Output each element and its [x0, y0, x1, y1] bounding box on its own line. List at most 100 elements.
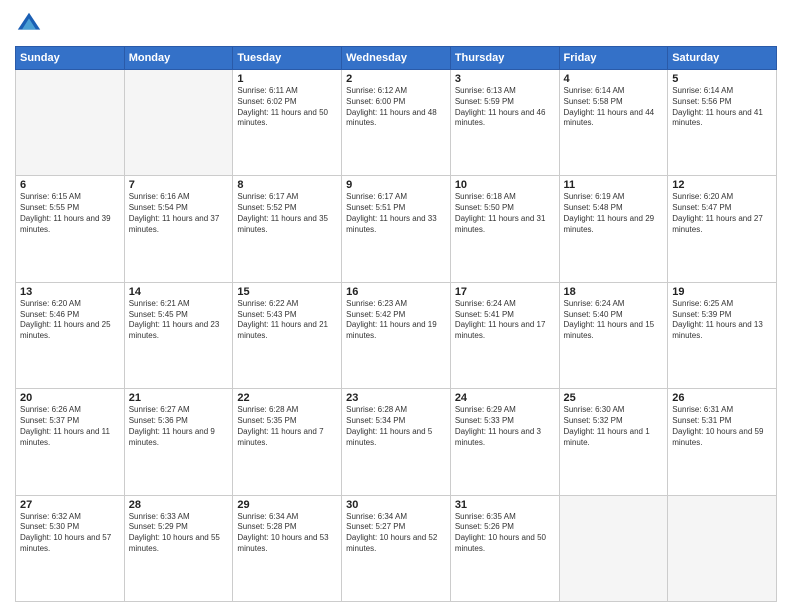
- day-number: 15: [237, 286, 337, 298]
- day-number: 21: [129, 392, 229, 404]
- calendar-header-monday: Monday: [124, 47, 233, 70]
- calendar-cell: 12Sunrise: 6:20 AM Sunset: 5:47 PM Dayli…: [668, 176, 777, 282]
- cell-content: Sunrise: 6:29 AM Sunset: 5:33 PM Dayligh…: [455, 405, 555, 448]
- calendar-cell: 3Sunrise: 6:13 AM Sunset: 5:59 PM Daylig…: [450, 70, 559, 176]
- logo-icon: [15, 10, 43, 38]
- cell-content: Sunrise: 6:30 AM Sunset: 5:32 PM Dayligh…: [564, 405, 664, 448]
- calendar-cell: 1Sunrise: 6:11 AM Sunset: 6:02 PM Daylig…: [233, 70, 342, 176]
- calendar-header-wednesday: Wednesday: [342, 47, 451, 70]
- day-number: 3: [455, 73, 555, 85]
- day-number: 5: [672, 73, 772, 85]
- cell-content: Sunrise: 6:26 AM Sunset: 5:37 PM Dayligh…: [20, 405, 120, 448]
- cell-content: Sunrise: 6:23 AM Sunset: 5:42 PM Dayligh…: [346, 299, 446, 342]
- calendar-cell: 29Sunrise: 6:34 AM Sunset: 5:28 PM Dayli…: [233, 495, 342, 601]
- cell-content: Sunrise: 6:34 AM Sunset: 5:27 PM Dayligh…: [346, 512, 446, 555]
- cell-content: Sunrise: 6:28 AM Sunset: 5:35 PM Dayligh…: [237, 405, 337, 448]
- page: SundayMondayTuesdayWednesdayThursdayFrid…: [0, 0, 792, 612]
- calendar-cell: 9Sunrise: 6:17 AM Sunset: 5:51 PM Daylig…: [342, 176, 451, 282]
- calendar-cell: 2Sunrise: 6:12 AM Sunset: 6:00 PM Daylig…: [342, 70, 451, 176]
- calendar-header-row: SundayMondayTuesdayWednesdayThursdayFrid…: [16, 47, 777, 70]
- day-number: 16: [346, 286, 446, 298]
- calendar-header-saturday: Saturday: [668, 47, 777, 70]
- calendar-cell: 30Sunrise: 6:34 AM Sunset: 5:27 PM Dayli…: [342, 495, 451, 601]
- cell-content: Sunrise: 6:15 AM Sunset: 5:55 PM Dayligh…: [20, 192, 120, 235]
- day-number: 13: [20, 286, 120, 298]
- cell-content: Sunrise: 6:14 AM Sunset: 5:58 PM Dayligh…: [564, 86, 664, 129]
- cell-content: Sunrise: 6:20 AM Sunset: 5:47 PM Dayligh…: [672, 192, 772, 235]
- day-number: 30: [346, 499, 446, 511]
- cell-content: Sunrise: 6:31 AM Sunset: 5:31 PM Dayligh…: [672, 405, 772, 448]
- calendar-table: SundayMondayTuesdayWednesdayThursdayFrid…: [15, 46, 777, 602]
- calendar-cell: [124, 70, 233, 176]
- day-number: 19: [672, 286, 772, 298]
- cell-content: Sunrise: 6:27 AM Sunset: 5:36 PM Dayligh…: [129, 405, 229, 448]
- cell-content: Sunrise: 6:22 AM Sunset: 5:43 PM Dayligh…: [237, 299, 337, 342]
- cell-content: Sunrise: 6:35 AM Sunset: 5:26 PM Dayligh…: [455, 512, 555, 555]
- calendar-cell: 5Sunrise: 6:14 AM Sunset: 5:56 PM Daylig…: [668, 70, 777, 176]
- calendar-cell: 16Sunrise: 6:23 AM Sunset: 5:42 PM Dayli…: [342, 282, 451, 388]
- calendar-cell: 13Sunrise: 6:20 AM Sunset: 5:46 PM Dayli…: [16, 282, 125, 388]
- cell-content: Sunrise: 6:11 AM Sunset: 6:02 PM Dayligh…: [237, 86, 337, 129]
- day-number: 31: [455, 499, 555, 511]
- calendar-cell: [559, 495, 668, 601]
- logo: [15, 10, 47, 38]
- calendar-week-1: 1Sunrise: 6:11 AM Sunset: 6:02 PM Daylig…: [16, 70, 777, 176]
- day-number: 8: [237, 179, 337, 191]
- calendar-cell: 21Sunrise: 6:27 AM Sunset: 5:36 PM Dayli…: [124, 389, 233, 495]
- cell-content: Sunrise: 6:32 AM Sunset: 5:30 PM Dayligh…: [20, 512, 120, 555]
- day-number: 20: [20, 392, 120, 404]
- day-number: 25: [564, 392, 664, 404]
- cell-content: Sunrise: 6:20 AM Sunset: 5:46 PM Dayligh…: [20, 299, 120, 342]
- calendar-cell: 20Sunrise: 6:26 AM Sunset: 5:37 PM Dayli…: [16, 389, 125, 495]
- calendar-header-sunday: Sunday: [16, 47, 125, 70]
- cell-content: Sunrise: 6:17 AM Sunset: 5:51 PM Dayligh…: [346, 192, 446, 235]
- day-number: 29: [237, 499, 337, 511]
- calendar-cell: 28Sunrise: 6:33 AM Sunset: 5:29 PM Dayli…: [124, 495, 233, 601]
- cell-content: Sunrise: 6:13 AM Sunset: 5:59 PM Dayligh…: [455, 86, 555, 129]
- day-number: 2: [346, 73, 446, 85]
- calendar-week-4: 20Sunrise: 6:26 AM Sunset: 5:37 PM Dayli…: [16, 389, 777, 495]
- calendar-cell: 23Sunrise: 6:28 AM Sunset: 5:34 PM Dayli…: [342, 389, 451, 495]
- day-number: 11: [564, 179, 664, 191]
- header: [15, 10, 777, 38]
- day-number: 9: [346, 179, 446, 191]
- calendar-week-3: 13Sunrise: 6:20 AM Sunset: 5:46 PM Dayli…: [16, 282, 777, 388]
- calendar-cell: 26Sunrise: 6:31 AM Sunset: 5:31 PM Dayli…: [668, 389, 777, 495]
- day-number: 22: [237, 392, 337, 404]
- calendar-cell: 14Sunrise: 6:21 AM Sunset: 5:45 PM Dayli…: [124, 282, 233, 388]
- day-number: 7: [129, 179, 229, 191]
- calendar-cell: 11Sunrise: 6:19 AM Sunset: 5:48 PM Dayli…: [559, 176, 668, 282]
- cell-content: Sunrise: 6:16 AM Sunset: 5:54 PM Dayligh…: [129, 192, 229, 235]
- cell-content: Sunrise: 6:18 AM Sunset: 5:50 PM Dayligh…: [455, 192, 555, 235]
- cell-content: Sunrise: 6:21 AM Sunset: 5:45 PM Dayligh…: [129, 299, 229, 342]
- day-number: 27: [20, 499, 120, 511]
- calendar-cell: 17Sunrise: 6:24 AM Sunset: 5:41 PM Dayli…: [450, 282, 559, 388]
- day-number: 24: [455, 392, 555, 404]
- calendar-cell: 18Sunrise: 6:24 AM Sunset: 5:40 PM Dayli…: [559, 282, 668, 388]
- calendar-cell: 19Sunrise: 6:25 AM Sunset: 5:39 PM Dayli…: [668, 282, 777, 388]
- calendar-cell: 15Sunrise: 6:22 AM Sunset: 5:43 PM Dayli…: [233, 282, 342, 388]
- day-number: 14: [129, 286, 229, 298]
- day-number: 4: [564, 73, 664, 85]
- calendar-cell: 25Sunrise: 6:30 AM Sunset: 5:32 PM Dayli…: [559, 389, 668, 495]
- cell-content: Sunrise: 6:33 AM Sunset: 5:29 PM Dayligh…: [129, 512, 229, 555]
- day-number: 6: [20, 179, 120, 191]
- cell-content: Sunrise: 6:12 AM Sunset: 6:00 PM Dayligh…: [346, 86, 446, 129]
- day-number: 1: [237, 73, 337, 85]
- cell-content: Sunrise: 6:34 AM Sunset: 5:28 PM Dayligh…: [237, 512, 337, 555]
- cell-content: Sunrise: 6:24 AM Sunset: 5:40 PM Dayligh…: [564, 299, 664, 342]
- calendar-cell: 22Sunrise: 6:28 AM Sunset: 5:35 PM Dayli…: [233, 389, 342, 495]
- calendar-cell: [668, 495, 777, 601]
- calendar-cell: 7Sunrise: 6:16 AM Sunset: 5:54 PM Daylig…: [124, 176, 233, 282]
- day-number: 28: [129, 499, 229, 511]
- calendar-cell: [16, 70, 125, 176]
- calendar-week-2: 6Sunrise: 6:15 AM Sunset: 5:55 PM Daylig…: [16, 176, 777, 282]
- day-number: 12: [672, 179, 772, 191]
- day-number: 26: [672, 392, 772, 404]
- calendar-cell: 4Sunrise: 6:14 AM Sunset: 5:58 PM Daylig…: [559, 70, 668, 176]
- day-number: 10: [455, 179, 555, 191]
- cell-content: Sunrise: 6:14 AM Sunset: 5:56 PM Dayligh…: [672, 86, 772, 129]
- day-number: 17: [455, 286, 555, 298]
- calendar-cell: 31Sunrise: 6:35 AM Sunset: 5:26 PM Dayli…: [450, 495, 559, 601]
- cell-content: Sunrise: 6:28 AM Sunset: 5:34 PM Dayligh…: [346, 405, 446, 448]
